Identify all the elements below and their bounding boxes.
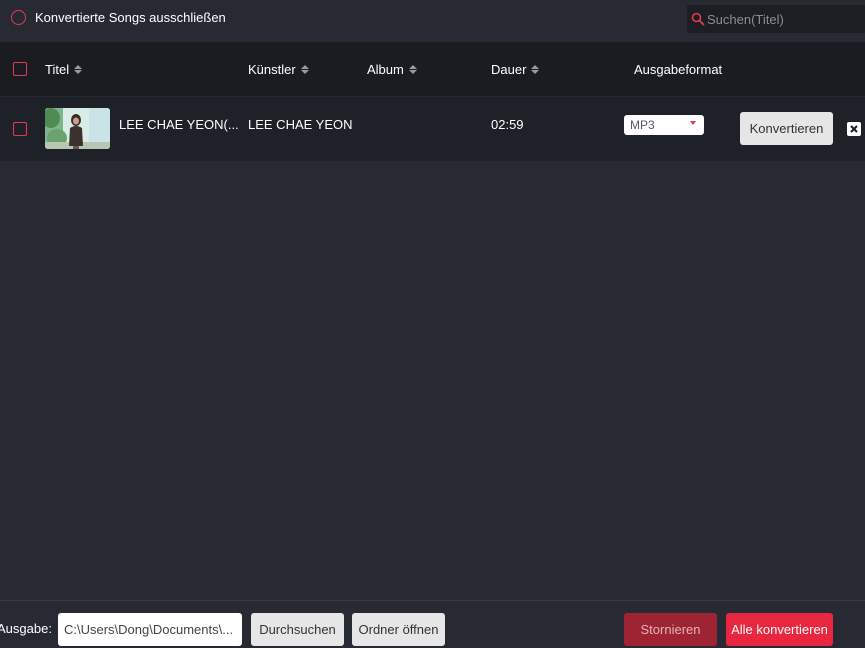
sort-icon[interactable]	[74, 65, 83, 74]
row-checkbox[interactable]	[13, 122, 27, 136]
table-row[interactable]: LEE CHAE YEON(... LEE CHAE YEON 02:59 MP…	[0, 97, 865, 161]
output-format-select[interactable]: MP3	[624, 115, 704, 135]
output-path-field[interactable]: C:\Users\Dong\Documents\...	[58, 613, 242, 646]
bottom-bar: Ausgabe: C:\Users\Dong\Documents\... Dur…	[0, 600, 865, 648]
select-all-checkbox[interactable]	[13, 62, 27, 76]
column-header-output-format-label: Ausgabeformat	[634, 62, 723, 77]
close-icon	[850, 125, 858, 133]
table-header: Titel Künstler Album Dauer Ausgabeformat	[0, 42, 865, 96]
radio-circle-icon[interactable]	[11, 10, 26, 25]
column-header-output-format: Ausgabeformat	[634, 62, 722, 77]
output-label: Ausgabe:	[0, 621, 52, 636]
column-header-artist-label: Künstler	[248, 62, 296, 77]
open-folder-button[interactable]: Ordner öffnen	[352, 613, 445, 646]
search-input[interactable]	[707, 7, 857, 31]
exclude-converted-toggle[interactable]: Konvertierte Songs ausschließen	[11, 10, 226, 25]
browse-button[interactable]: Durchsuchen	[251, 613, 344, 646]
remove-track-button[interactable]	[847, 122, 861, 136]
convert-button[interactable]: Konvertieren	[740, 112, 833, 145]
column-header-album-label: Album	[367, 62, 404, 77]
app-window: Konvertierte Songs ausschließen Titel Kü…	[0, 0, 865, 648]
track-title: LEE CHAE YEON(...	[119, 117, 239, 132]
album-art-image	[45, 108, 110, 149]
sort-icon[interactable]	[408, 65, 417, 74]
column-header-title-label: Titel	[45, 62, 70, 77]
chevron-down-icon	[690, 121, 696, 125]
track-duration: 02:59	[491, 117, 524, 132]
sort-icon[interactable]	[531, 65, 540, 74]
output-path-value: C:\Users\Dong\Documents\...	[64, 622, 234, 637]
column-header-title[interactable]: Titel	[45, 62, 83, 77]
convert-all-button[interactable]: Alle konvertieren	[726, 613, 833, 646]
top-bar: Konvertierte Songs ausschließen	[0, 0, 865, 40]
column-header-artist[interactable]: Künstler	[248, 62, 309, 77]
exclude-converted-label: Konvertierte Songs ausschließen	[35, 10, 226, 25]
column-header-duration-label: Dauer	[491, 62, 527, 77]
cancel-button[interactable]: Stornieren	[624, 613, 717, 646]
output-format-value: MP3	[630, 118, 655, 132]
track-artist: LEE CHAE YEON	[248, 117, 353, 132]
column-header-album[interactable]: Album	[367, 62, 417, 77]
column-header-duration[interactable]: Dauer	[491, 62, 540, 77]
search-box[interactable]	[687, 5, 865, 33]
album-art-thumbnail	[45, 108, 110, 149]
sort-icon[interactable]	[300, 65, 309, 74]
search-icon	[691, 12, 705, 26]
